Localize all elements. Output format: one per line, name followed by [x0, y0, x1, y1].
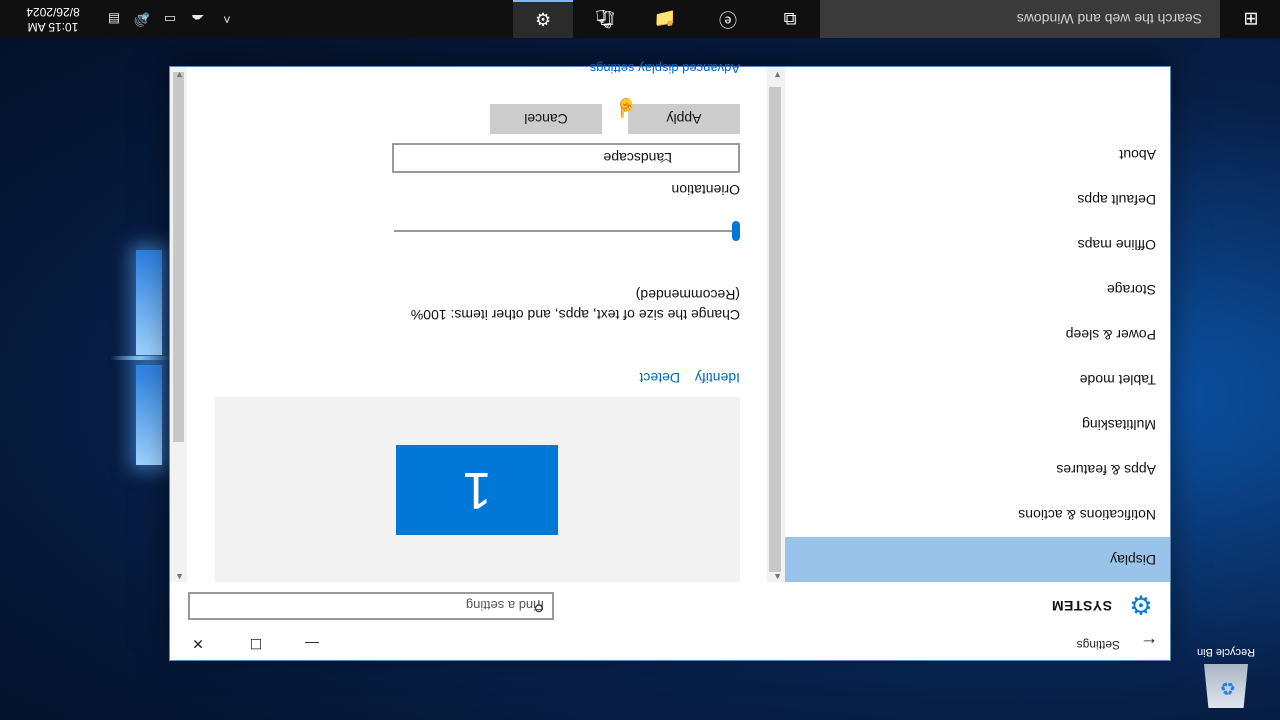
nav-item-about[interactable]: About [785, 132, 1170, 177]
back-arrow-icon[interactable]: ← [1140, 633, 1158, 654]
nav-item-multitasking[interactable]: Multitasking [785, 402, 1170, 447]
nav-item-display[interactable]: Display [785, 537, 1170, 582]
identify-link[interactable]: Identify [695, 370, 740, 386]
detect-link[interactable]: Detect [640, 370, 680, 386]
orientation-dropdown[interactable]: Landscape ﹀ [392, 143, 740, 173]
cancel-button[interactable]: Cancel [490, 104, 602, 134]
nav-item-power-sleep[interactable]: Power & sleep [785, 312, 1170, 357]
content-scrollbar[interactable]: ▲ ▼ [170, 67, 187, 582]
find-setting-input[interactable]: Find a setting ⚲ [188, 592, 554, 620]
content-scrollbar-thumb[interactable] [173, 72, 184, 442]
file-explorer-icon[interactable]: 📁 [635, 0, 695, 38]
taskbar-search-placeholder: Search the web and Windows [1016, 11, 1202, 27]
clock-date: 8/26/2024 [26, 5, 80, 19]
title-bar: ← Settings — ☐ ✕ [170, 628, 1170, 660]
task-view-icon[interactable]: ⧉ [760, 0, 820, 38]
scale-recommended: (Recommended) [635, 287, 740, 303]
display-content: 1 Identify Detect Change the size of tex… [187, 61, 767, 582]
nav-item-storage[interactable]: Storage [785, 267, 1170, 312]
nav-scrollbar[interactable]: ▲ ▼ [767, 67, 785, 582]
mouse-pointer-icon: ☝ [614, 98, 637, 118]
nav-item-offline-maps[interactable]: Offline maps [785, 222, 1170, 267]
scale-label: Change the size of text, apps, and other… [410, 307, 740, 323]
network-icon[interactable]: ▭ [156, 0, 184, 38]
store-icon[interactable]: 🛍 [575, 0, 635, 38]
settings-header: ⚙ SYSTEM Find a setting ⚲ [170, 582, 1170, 628]
clock[interactable]: 10:15 AM 8/26/2024 [8, 4, 98, 34]
nav-item-default-apps[interactable]: Default apps [785, 177, 1170, 222]
desktop: Recycle Bin ← Settings — ☐ ✕ ⚙ SYSTEM Fi… [0, 0, 1280, 720]
scroll-down-icon[interactable]: ▼ [175, 70, 184, 80]
close-button[interactable]: ✕ [170, 628, 226, 660]
minimize-button[interactable]: — [284, 628, 340, 660]
show-hidden-icons[interactable]: ˄ [212, 0, 242, 38]
window-title: Settings [1076, 638, 1120, 652]
slider-track [394, 230, 740, 232]
nav-item-notifications[interactable]: Notifications & actions [785, 492, 1170, 537]
taskbar: ⊞ Search the web and Windows ⧉ ⓔ 📁 🛍 ⚙ ˄… [0, 0, 1280, 38]
monitor-arrangement: 1 [215, 397, 740, 582]
settings-window: ← Settings — ☐ ✕ ⚙ SYSTEM Find a setting… [170, 61, 1170, 660]
scale-slider[interactable] [394, 221, 740, 241]
search-icon: ⚲ [533, 599, 544, 615]
notifications-icon[interactable]: ▤ [100, 0, 128, 38]
chevron-down-icon: ﹀ [659, 150, 672, 164]
edge-icon[interactable]: ⓔ [698, 0, 758, 38]
start-button[interactable]: ⊞ [1222, 0, 1280, 38]
nav-item-tablet-mode[interactable]: Tablet mode [785, 357, 1170, 402]
volume-icon[interactable]: 🔊 [128, 0, 156, 38]
gear-icon: ⚙ [1129, 590, 1153, 620]
recycle-bin-icon [1204, 664, 1248, 708]
scroll-down-icon[interactable]: ▼ [773, 70, 782, 80]
slider-thumb[interactable] [732, 221, 740, 241]
section-title: SYSTEM [1051, 598, 1112, 614]
scroll-up-icon[interactable]: ▲ [773, 572, 782, 582]
orientation-label: Orientation [671, 182, 740, 198]
windows-logo-icon: ⊞ [1243, 9, 1259, 29]
apply-button[interactable]: Apply [628, 104, 740, 134]
maximize-button[interactable]: ☐ [228, 628, 284, 660]
nav-item-apps-features[interactable]: Apps & features [785, 447, 1170, 492]
scroll-up-icon[interactable]: ▲ [175, 572, 184, 582]
nav-scrollbar-thumb[interactable] [769, 87, 781, 572]
advanced-display-link[interactable]: Advanced display settings [590, 61, 740, 76]
clock-time: 10:15 AM [27, 20, 79, 34]
cloud-icon[interactable]: ☁ [184, 0, 212, 38]
recycle-bin-label: Recycle Bin [1196, 646, 1256, 658]
system-nav: Display Notifications & actions Apps & f… [785, 67, 1170, 582]
taskbar-search[interactable]: Search the web and Windows [820, 0, 1220, 38]
wallpaper-beam [110, 356, 170, 360]
settings-taskbar-icon[interactable]: ⚙ [513, 0, 573, 38]
monitor-tile[interactable]: 1 [396, 445, 558, 535]
recycle-bin[interactable]: Recycle Bin [1186, 632, 1266, 712]
